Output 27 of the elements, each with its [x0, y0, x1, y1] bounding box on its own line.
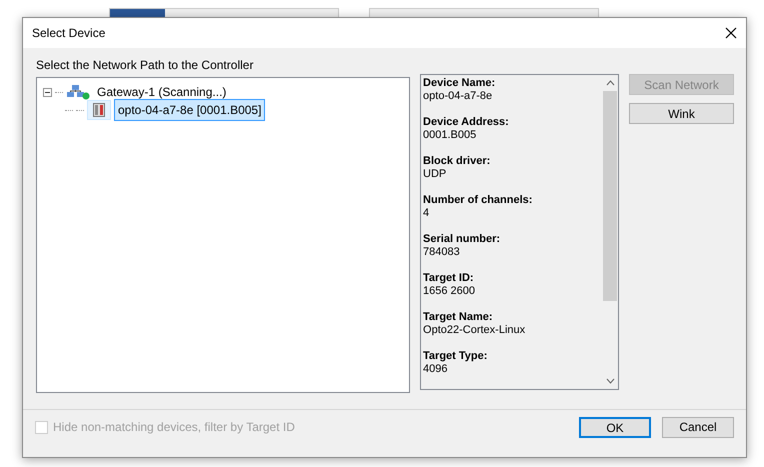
field-value: 0001.B005 — [423, 129, 478, 142]
field-value: opto-04-a7-8e — [423, 90, 494, 103]
window-title: Select Device — [32, 25, 106, 42]
field-label: Device Address: — [423, 116, 510, 129]
tree-label: Select the Network Path to the Controller — [36, 57, 254, 74]
tree-item[interactable]: opto-04-a7-8e [0001.B005] — [114, 99, 266, 121]
field-label: Serial number: — [423, 233, 502, 246]
field-value: Opto22-Cortex-Linux — [423, 324, 526, 337]
field-label: Target ID: — [423, 272, 475, 285]
field-label: Block driver: — [423, 155, 492, 168]
field-value: UDP — [423, 168, 448, 181]
field-label: Device Name: — [423, 77, 496, 90]
field-value: 784083 — [423, 246, 461, 259]
field-value: 1656 2600 — [423, 285, 476, 298]
close-icon — [725, 27, 737, 39]
dialog-button[interactable]: Cancel — [662, 416, 734, 438]
collapse-icon[interactable] — [43, 88, 52, 96]
field-label: Target Name: — [423, 311, 494, 324]
field-value: 4 — [423, 207, 430, 220]
action-button[interactable]: Wink — [629, 103, 734, 124]
device-icon — [87, 100, 111, 120]
field-label: Number of channels: — [423, 194, 534, 207]
dialog-button[interactable]: OK — [579, 416, 651, 438]
network-icon — [66, 84, 90, 100]
field-value: 4096 — [423, 363, 449, 376]
field-label: Target Type: — [423, 350, 488, 363]
scroll-thumb[interactable] — [603, 91, 617, 301]
